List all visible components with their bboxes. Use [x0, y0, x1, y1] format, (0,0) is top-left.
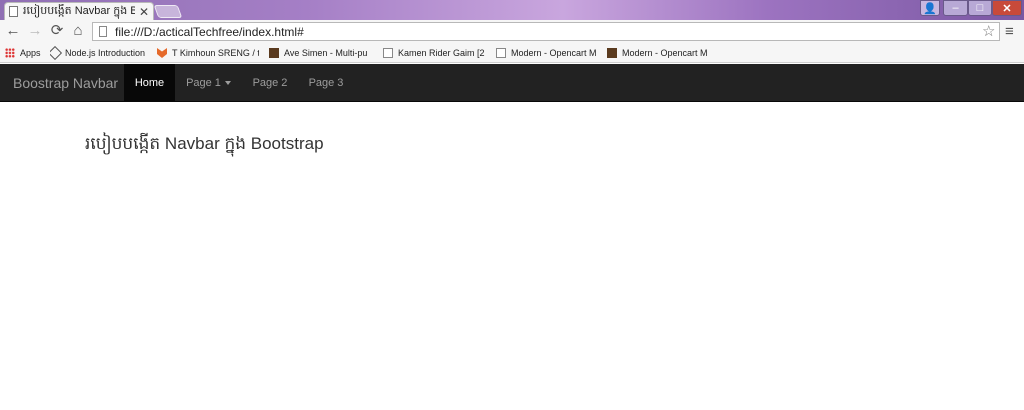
bookmark-apps[interactable]: Apps: [5, 46, 45, 60]
back-icon[interactable]: ←: [5, 23, 21, 39]
window-titlebar: របៀបបង្កើត Navbar ក្នុង Bootstrap ✕ 👤 – …: [0, 0, 1024, 20]
page-icon: [9, 6, 18, 17]
bookmark-opencart-1[interactable]: Modern - Opencart M: [496, 46, 598, 60]
bookmark-label: T Kimhoun SRENG / t: [172, 48, 259, 58]
thumbnail-icon: [607, 48, 617, 58]
address-url[interactable]: file:///D:/acticalTechfree/index.html#: [115, 25, 304, 39]
bookmark-label: Modern - Opencart M: [622, 48, 708, 58]
nav-item-label: Page 1: [186, 77, 221, 89]
bookmark-ave-simen[interactable]: Ave Simen - Multi-pu: [269, 46, 371, 60]
bookmark-label: Node.js Introduction: [65, 48, 146, 58]
browser-toolbar: ← → ⟳ ⌂ file:///D:/acticalTechfree/index…: [0, 20, 1024, 43]
gitlab-icon: [157, 48, 167, 58]
nav-item-label: Page 3: [308, 77, 344, 89]
bookmarks-bar: Apps Node.js Introduction T Kimhoun SREN…: [0, 43, 1024, 63]
bookmark-label: Modern - Opencart M: [511, 48, 597, 58]
page-icon: [383, 48, 393, 58]
bookmark-label: Apps: [20, 48, 41, 58]
menu-icon[interactable]: ≡: [1005, 23, 1014, 40]
address-bar[interactable]: file:///D:/acticalTechfree/index.html#: [92, 22, 1000, 41]
user-icon[interactable]: 👤: [920, 0, 940, 16]
nav-item-page-2[interactable]: Page 2: [242, 64, 298, 102]
close-window-button[interactable]: ✕: [992, 0, 1022, 16]
bookmark-label: Ave Simen - Multi-pu: [284, 48, 368, 58]
reload-icon[interactable]: ⟳: [49, 23, 65, 39]
new-tab-button[interactable]: [153, 5, 183, 18]
bookmark-kamen-rider[interactable]: Kamen Rider Gaim [2: [383, 46, 486, 60]
navbar-brand[interactable]: Boostrap Navbar: [13, 75, 118, 91]
bookmark-nodejs[interactable]: Node.js Introduction: [50, 46, 152, 60]
forward-icon[interactable]: →: [27, 23, 43, 39]
close-tab-icon[interactable]: ✕: [139, 5, 149, 19]
nav-item-label: Home: [134, 77, 165, 89]
maximize-button[interactable]: □: [968, 0, 992, 16]
minimize-button[interactable]: –: [943, 0, 968, 16]
home-icon[interactable]: ⌂: [70, 23, 86, 39]
apps-icon: [5, 48, 15, 58]
page-icon: [496, 48, 506, 58]
caret-down-icon: [224, 81, 231, 85]
nav-item-home[interactable]: Home: [124, 64, 175, 102]
tab-title: របៀបបង្កើត Navbar ក្នុង Bootstrap: [23, 4, 135, 17]
bookmark-label: Kamen Rider Gaim [2: [398, 48, 485, 58]
page-icon: [99, 26, 107, 37]
nav-item-page-1[interactable]: Page 1: [175, 64, 242, 102]
nav-item-label: Page 2: [252, 77, 288, 89]
page-heading: របៀបបង្កើត Navbar ក្នុង Bootstrap: [85, 134, 324, 153]
thumbnail-icon: [269, 48, 279, 58]
nav-item-page-3[interactable]: Page 3: [298, 64, 354, 102]
browser-tab[interactable]: របៀបបង្កើត Navbar ក្នុង Bootstrap ✕: [4, 2, 154, 20]
nodejs-icon: [50, 46, 63, 60]
bookmark-opencart-2[interactable]: Modern - Opencart M: [607, 46, 709, 60]
bookmark-gitlab[interactable]: T Kimhoun SRENG / t: [157, 46, 259, 60]
bootstrap-navbar: Boostrap Navbar Home Page 1 Page 2 Page …: [0, 64, 1024, 102]
bookmark-star-icon[interactable]: ☆: [982, 22, 995, 40]
